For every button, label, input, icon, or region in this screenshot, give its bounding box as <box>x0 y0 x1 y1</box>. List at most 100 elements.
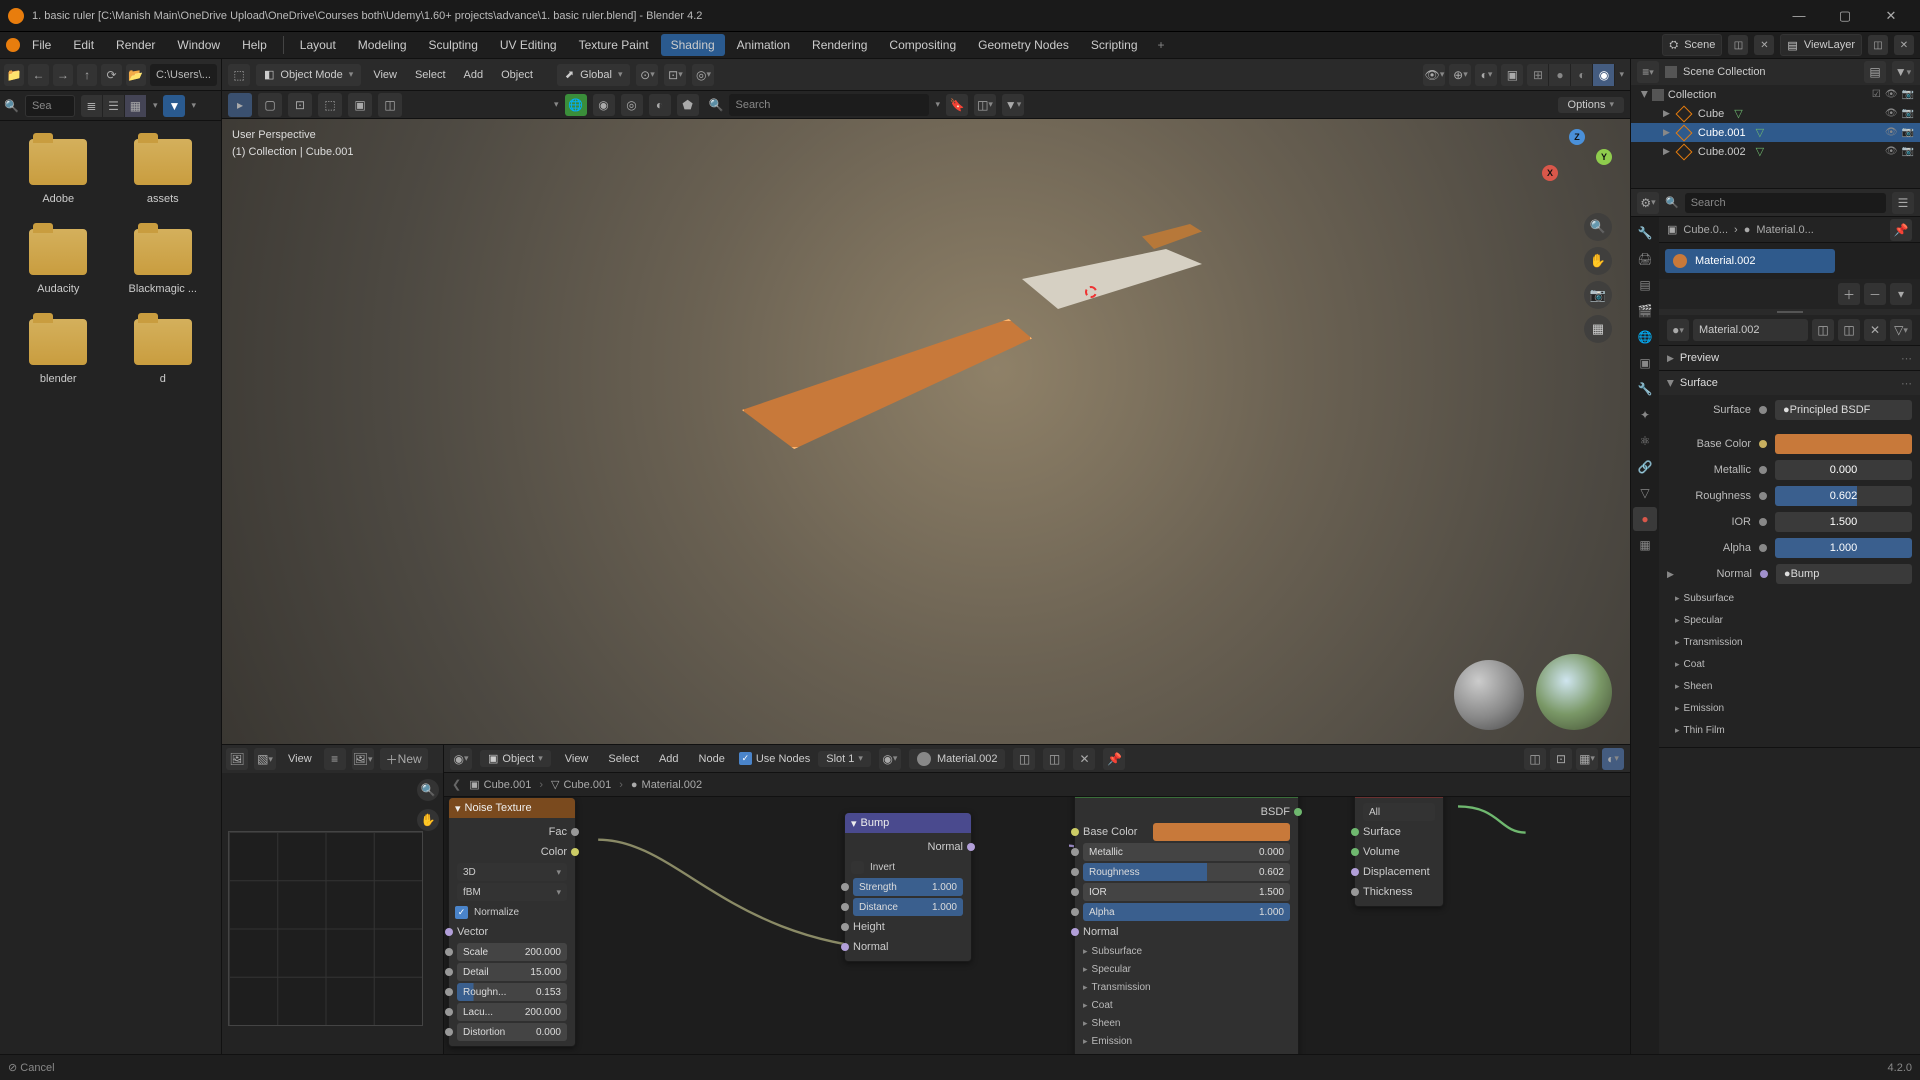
editor-type-3dview-button[interactable]: ⬚ <box>228 64 250 86</box>
vp-ball4-button[interactable]: ⬟ <box>677 94 699 116</box>
metallic-field[interactable]: 0.000 <box>1775 460 1912 480</box>
ne-menu-select[interactable]: Select <box>602 751 645 767</box>
outliner-filter-button[interactable]: ▼▾ <box>1892 61 1914 83</box>
breadcrumb-mesh[interactable]: ▽Cube.001 <box>551 778 611 791</box>
material-nodegroup-button[interactable]: ▽▾ <box>1890 319 1912 341</box>
material-new-button[interactable]: ◫ <box>1838 319 1860 341</box>
output-target-dropdown[interactable]: All <box>1363 803 1435 821</box>
nav-pan-button[interactable]: ✋ <box>1584 247 1612 275</box>
node-canvas[interactable]: ▾Noise Texture Fac Color 3D▾ fBM▾ ✓Norma… <box>444 797 1630 1054</box>
outliner-new-collection-button[interactable]: ▤ <box>1864 61 1886 83</box>
socket-dot-icon[interactable] <box>1759 544 1767 552</box>
bookmark-button[interactable]: 🔖 <box>946 94 968 116</box>
shade-wireframe-button[interactable]: ⊞ <box>1527 64 1549 86</box>
viewlayer-delete-button[interactable]: ✕ <box>1894 35 1914 55</box>
editor-type-properties-button[interactable]: ⚙▾ <box>1637 192 1659 214</box>
bsdf-ior-field[interactable]: IOR1.500 <box>1083 883 1290 901</box>
vp-ball3-button[interactable]: ◐ <box>649 94 671 116</box>
socket-dot-icon[interactable] <box>1759 492 1767 500</box>
node-principled-bsdf[interactable]: ▾Principled BSDF BSDF Base Color Metalli… <box>1074 797 1299 1054</box>
material-browser-button[interactable]: ◉▾ <box>879 748 901 770</box>
display-grid-button[interactable]: ▦ <box>125 95 147 117</box>
material-unlink-button[interactable]: ◫ <box>1043 748 1065 770</box>
window-minimize-button[interactable]: — <box>1778 2 1820 30</box>
vp-menu-view[interactable]: View <box>367 65 403 85</box>
socket-dot-icon[interactable] <box>1759 466 1767 474</box>
tab-texture-paint[interactable]: Texture Paint <box>569 34 659 56</box>
image-menu-button[interactable]: ≡ <box>324 748 346 770</box>
section-thinfilm[interactable]: ▸Thin Film <box>1667 721 1912 739</box>
select-circle-button[interactable]: ⊡ <box>288 93 312 117</box>
viewlayer-selector[interactable]: ▤ ViewLayer <box>1780 34 1862 56</box>
noise-distortion-field[interactable]: Distortion0.000 <box>457 1023 567 1041</box>
viewlayer-new-button[interactable]: ◫ <box>1868 35 1888 55</box>
scene-delete-button[interactable]: ✕ <box>1754 35 1774 55</box>
material-browse-button[interactable]: ●▾ <box>1667 319 1689 341</box>
node-bump[interactable]: ▾Bump Normal Invert Strength1.000 Distan… <box>844 812 972 962</box>
noise-type-dropdown[interactable]: fBM▾ <box>457 883 567 901</box>
nav-camera-button[interactable]: 📷 <box>1584 281 1612 309</box>
noise-roughness-field[interactable]: Roughn...0.153 <box>457 983 567 1001</box>
material-slot-list[interactable]: Material.002 <box>1659 243 1920 279</box>
shade-rendered-button[interactable]: ◉ <box>1593 64 1615 86</box>
folder-blender[interactable]: blender <box>10 311 107 393</box>
material-name-input[interactable]: Material.002 <box>1693 319 1808 341</box>
bsdf-basecolor-swatch[interactable] <box>1153 823 1290 841</box>
tab-geometry-nodes[interactable]: Geometry Nodes <box>968 34 1079 56</box>
basecolor-swatch[interactable] <box>1775 434 1912 454</box>
bsdf-group-coat[interactable]: ▸Coat <box>1075 996 1298 1014</box>
display-detail-button[interactable]: ☰ <box>103 95 125 117</box>
image-editor-canvas[interactable]: 🔍 ✋ <box>222 773 443 1054</box>
bsdf-group-sheen[interactable]: ▸Sheen <box>1075 1014 1298 1032</box>
folder-blackmagic[interactable]: Blackmagic ... <box>115 221 212 303</box>
shade-material-button[interactable]: ◐ <box>1571 64 1593 86</box>
viewport-options-button[interactable]: Options ▾ <box>1558 97 1624 113</box>
folder-d[interactable]: d <box>115 311 212 393</box>
tab-scripting[interactable]: Scripting <box>1081 34 1148 56</box>
tab-modeling[interactable]: Modeling <box>348 34 417 56</box>
nav-up-button[interactable]: ↑ <box>77 64 97 86</box>
slot-specials-button[interactable]: ▾ <box>1890 283 1912 305</box>
noise-lacunarity-field[interactable]: Lacu...200.000 <box>457 1003 567 1021</box>
image-pan-button[interactable]: ✋ <box>417 809 439 831</box>
snap-button[interactable]: ⊡▾ <box>664 64 686 86</box>
select-extend-button[interactable]: ◫ <box>378 93 402 117</box>
material-name-field[interactable]: Material.002 <box>909 749 1006 769</box>
object-cube-001[interactable] <box>742 319 1032 449</box>
menu-file[interactable]: File <box>22 34 61 56</box>
gizmo-z-axis[interactable]: Z <box>1569 129 1585 145</box>
bsdf-group-emission[interactable]: ▸Emission <box>1075 1032 1298 1050</box>
display-options-dropdown[interactable]: ▾ <box>153 100 158 111</box>
object-cube[interactable] <box>1142 224 1202 249</box>
nav-persp-button[interactable]: ▦ <box>1584 315 1612 343</box>
tab-sculpting[interactable]: Sculpting <box>419 34 488 56</box>
select-box-button[interactable]: ▢ <box>258 93 282 117</box>
folder-assets[interactable]: assets <box>115 131 212 213</box>
slot-dropdown[interactable]: Slot 1▾ <box>818 751 871 767</box>
vp-menu-object[interactable]: Object <box>495 65 539 85</box>
section-coat[interactable]: ▸Coat <box>1667 655 1912 673</box>
socket-dot-icon[interactable] <box>1759 518 1767 526</box>
xray-button[interactable]: ▣ <box>1501 64 1523 86</box>
nav-forward-button[interactable]: → <box>53 64 73 86</box>
file-path-field[interactable]: C:\Users\... <box>150 64 217 86</box>
material-slot[interactable]: Material.002 <box>1665 249 1835 273</box>
vp-search-dropdown[interactable]: ▾ <box>935 99 940 110</box>
material-unlink2-button[interactable]: ✕ <box>1864 319 1886 341</box>
bsdf-group-transmission[interactable]: ▸Transmission <box>1075 978 1298 996</box>
material-delete-button[interactable]: ✕ <box>1073 748 1095 770</box>
vp-ball1-button[interactable]: ◉ <box>593 94 615 116</box>
shader-type-dropdown[interactable]: ▣Object▾ <box>480 750 551 767</box>
overlay-button[interactable]: ◐▾ <box>1475 64 1497 86</box>
tab-object-icon[interactable]: ▣ <box>1633 351 1657 375</box>
node-overlay3-button[interactable]: ▦▾ <box>1576 748 1598 770</box>
tab-layout[interactable]: Layout <box>290 34 346 56</box>
material-pin-button[interactable]: 📌 <box>1103 748 1125 770</box>
folder-audacity[interactable]: Audacity <box>10 221 107 303</box>
bsdf-alpha-field[interactable]: Alpha1.000 <box>1083 903 1290 921</box>
node-material-output[interactable]: ▾Material Outp All Surface Volume Displa… <box>1354 797 1444 907</box>
pin-button[interactable]: 📌 <box>1890 219 1912 241</box>
tab-output-icon[interactable]: 🖨 <box>1633 247 1657 271</box>
select-tweak-button[interactable]: ▣ <box>348 93 372 117</box>
node-header[interactable]: ▾Bump <box>845 813 971 833</box>
